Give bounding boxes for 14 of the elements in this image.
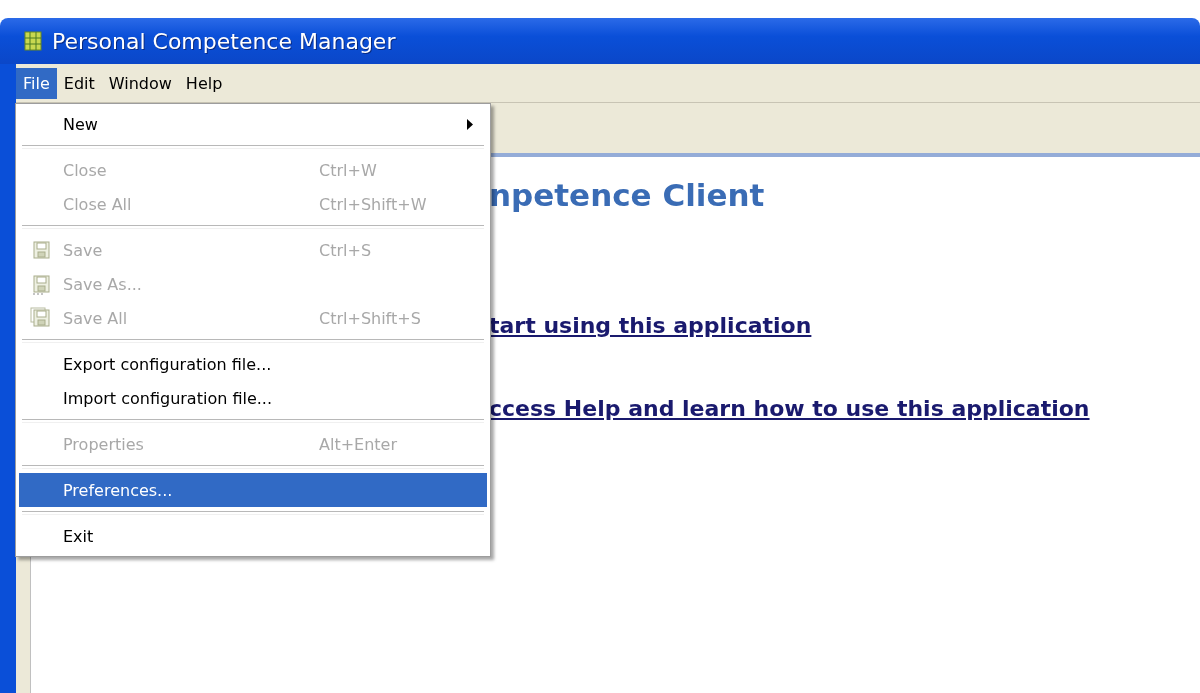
menu-item[interactable]: New xyxy=(19,107,487,141)
menu-bar-item[interactable]: Edit xyxy=(56,67,102,99)
menu-item[interactable]: Exit xyxy=(19,519,487,553)
app-grid-icon xyxy=(24,31,42,51)
menu-bar-item[interactable]: Help xyxy=(178,67,230,99)
menu-item[interactable]: Preferences... xyxy=(19,473,487,507)
welcome-link[interactable]: tart using this application xyxy=(489,313,812,338)
window-title: Personal Competence Manager xyxy=(52,28,396,54)
menu-bar-item[interactable]: File xyxy=(16,67,57,99)
menu-item[interactable]: Export configuration file... xyxy=(19,347,487,381)
welcome-heading: npetence Client xyxy=(489,177,766,213)
menu-bar-item[interactable]: Window xyxy=(101,67,179,99)
welcome-link[interactable]: ccess Help and learn how to use this application xyxy=(489,396,1090,421)
menu-item[interactable]: Import configuration file... xyxy=(19,381,487,415)
